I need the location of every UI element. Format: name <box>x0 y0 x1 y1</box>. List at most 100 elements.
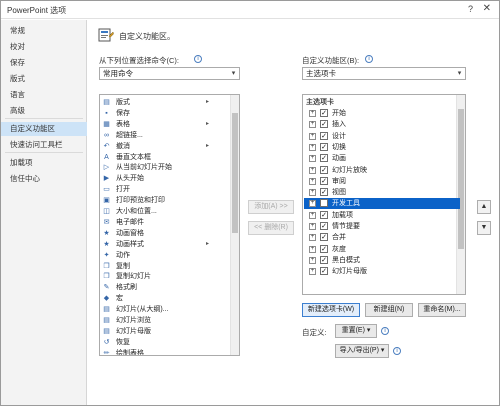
expand-icon[interactable]: + <box>309 234 316 242</box>
expand-icon[interactable]: + <box>309 177 316 185</box>
tree-item[interactable]: + ✓ 幻灯片母版 <box>306 266 456 277</box>
tree-item-label: 插入 <box>332 121 346 129</box>
play-current-icon: ▷ <box>103 164 110 172</box>
ribbon-tabs-tree[interactable]: 主选项卡 + ✓ 开始 + ✓ 插入 + ✓ 设计 + ✓ 切换 + ✓ 动画 + ✓ 幻灯片放映 + ✓ 审阅 + ✓ 视图… <box>302 94 466 295</box>
tree-item[interactable]: + ✓ 合并 <box>306 232 456 243</box>
sidebar-item[interactable]: 高级 <box>1 104 87 118</box>
tree-item[interactable]: + ✓ 动画 <box>306 153 456 164</box>
chevron-down-icon[interactable]: ▾ <box>229 69 238 78</box>
expand-icon[interactable]: + <box>309 155 316 163</box>
tree-item[interactable]: + ✓ 插入 <box>306 119 456 130</box>
tab-checkbox[interactable]: ✓ <box>320 109 328 117</box>
sidebar-item[interactable]: 加载项 <box>1 156 87 170</box>
expand-icon[interactable]: + <box>309 245 316 253</box>
size-position-icon: ◫ <box>103 208 110 215</box>
choose-commands-combo[interactable]: 常用命令 ▾ <box>99 67 240 80</box>
expand-icon[interactable]: + <box>309 166 316 174</box>
expand-icon[interactable]: + <box>309 268 316 276</box>
tab-checkbox[interactable]: ✓ <box>320 188 328 197</box>
expand-icon[interactable]: + <box>309 211 316 219</box>
submenu-arrow-icon: ▸ <box>206 99 210 105</box>
list-item-label: 大小和位置... <box>116 208 157 215</box>
sidebar-item[interactable]: 快速访问工具栏 <box>1 138 87 152</box>
tab-checkbox[interactable]: ✓ <box>320 210 328 219</box>
chevron-down-icon[interactable]: ▾ <box>455 69 464 78</box>
tab-checkbox[interactable]: ✓ <box>320 142 328 151</box>
tab-checkbox[interactable]: ✓ <box>320 131 328 140</box>
expand-icon[interactable]: + <box>309 132 316 140</box>
sidebar-item[interactable]: 自定义功能区 <box>1 122 87 136</box>
expand-icon[interactable]: + <box>309 110 316 117</box>
tree-item[interactable]: + ✓ 开始 <box>306 108 456 119</box>
tab-checkbox[interactable]: ✓ <box>320 222 328 230</box>
tree-item[interactable]: + ✓ 审阅 <box>306 176 456 187</box>
undo-icon: ↶ <box>103 142 110 150</box>
options-sidebar: 常规校对保存版式语言高级自定义功能区 快速访问工具栏 加载项信任中心 <box>1 20 87 405</box>
move-up-button[interactable]: ▲ <box>477 200 491 214</box>
help-icon[interactable]: ? <box>468 4 473 14</box>
tree-item[interactable]: + ✓ 切换 <box>306 142 456 153</box>
tab-checkbox[interactable]: ✓ <box>320 154 328 163</box>
list-item-label: 从头开始 <box>116 175 144 183</box>
new-tab-button[interactable]: 新建选项卡(W) <box>302 303 360 317</box>
outline-slides-icon: ▤ <box>103 306 110 314</box>
copy-icon: ❐ <box>103 262 110 270</box>
tab-checkbox[interactable] <box>320 199 328 208</box>
tab-checkbox[interactable]: ✓ <box>320 267 328 276</box>
email-icon: ✉ <box>103 218 110 226</box>
tree-item-label: 审阅 <box>332 177 346 185</box>
expand-icon[interactable]: + <box>309 121 316 129</box>
commands-scroll-thumb[interactable] <box>232 113 238 233</box>
sidebar-item[interactable]: 保存 <box>1 56 87 70</box>
tree-item[interactable]: + 开发工具 <box>304 198 460 210</box>
tree-header-main-tabs: 主选项卡 <box>306 99 334 106</box>
open-icon: ▭ <box>103 186 110 194</box>
tab-checkbox[interactable]: ✓ <box>320 165 328 174</box>
ribbon-tabs-combo[interactable]: 主选项卡 ▾ <box>302 67 466 80</box>
import-export-button[interactable]: 导入/导出(P) ▾ <box>335 344 389 358</box>
tab-checkbox[interactable]: ✓ <box>320 176 328 185</box>
tree-item[interactable]: + ✓ 情节提要 <box>306 221 456 232</box>
play-start-icon: ▶ <box>103 175 110 183</box>
new-group-button[interactable]: 新建组(N) <box>365 303 413 317</box>
sidebar-item[interactable]: 校对 <box>1 40 87 54</box>
tab-checkbox[interactable]: ✓ <box>320 120 328 129</box>
sidebar-item[interactable]: 信任中心 <box>1 172 87 186</box>
list-item-label: 绘制表格 <box>116 349 144 356</box>
print-preview-icon: ▣ <box>103 197 110 205</box>
commands-scrollbar[interactable] <box>230 95 239 355</box>
tab-checkbox[interactable]: ✓ <box>320 255 328 264</box>
expand-icon[interactable]: + <box>309 223 316 230</box>
tree-item[interactable]: + ✓ 灰度 <box>306 244 456 255</box>
commands-list[interactable]: ▤ 版式 ▸ ▪ 保存 ▦ 表格 ▸ ∞ 超链接... ↶ 撤消 ▸ A 垂直文本框 ▷ 从当前幻灯片开始 ▶ 从头… <box>99 94 240 356</box>
tree-item[interactable]: + ✓ 幻灯片放映 <box>306 165 456 176</box>
ribbon-scroll-thumb[interactable] <box>458 109 464 249</box>
tab-checkbox[interactable]: ✓ <box>320 244 328 253</box>
tab-checkbox[interactable]: ✓ <box>320 233 328 242</box>
shape-icon: ◆ <box>103 295 110 303</box>
list-item-label: 电子邮件 <box>116 218 144 226</box>
tree-item[interactable]: + ✓ 黑白模式 <box>306 255 456 266</box>
expand-icon[interactable]: + <box>309 189 316 197</box>
expand-icon[interactable]: + <box>309 200 316 208</box>
expand-icon[interactable]: + <box>309 256 316 264</box>
tree-item[interactable]: + ✓ 设计 <box>306 131 456 142</box>
close-icon[interactable]: ✕ <box>483 3 491 14</box>
tree-item[interactable]: + ✓ 视图 <box>306 187 456 198</box>
list-item-label: 动作 <box>116 251 130 259</box>
rename-button[interactable]: 重命名(M)... <box>418 303 466 317</box>
tree-item-label: 幻灯片放映 <box>332 166 367 174</box>
move-down-button[interactable]: ▼ <box>477 221 491 235</box>
slide-browse-icon: ▤ <box>103 317 110 324</box>
sidebar-item[interactable]: 语言 <box>1 88 87 102</box>
ribbon-scrollbar[interactable] <box>456 95 465 294</box>
reset-button[interactable]: 重置(E) ▾ <box>335 324 377 338</box>
remove-button[interactable]: << 删除(R) <box>248 221 294 235</box>
tree-item[interactable]: + ✓ 加载项 <box>306 210 456 221</box>
list-item-label: 幻灯片浏览 <box>116 317 151 324</box>
sidebar-item[interactable]: 版式 <box>1 72 87 86</box>
sidebar-item[interactable]: 常规 <box>1 24 87 38</box>
expand-icon[interactable]: + <box>309 143 316 151</box>
add-button[interactable]: 添加(A) >> <box>248 200 294 214</box>
tree-item-label: 开始 <box>332 110 346 117</box>
